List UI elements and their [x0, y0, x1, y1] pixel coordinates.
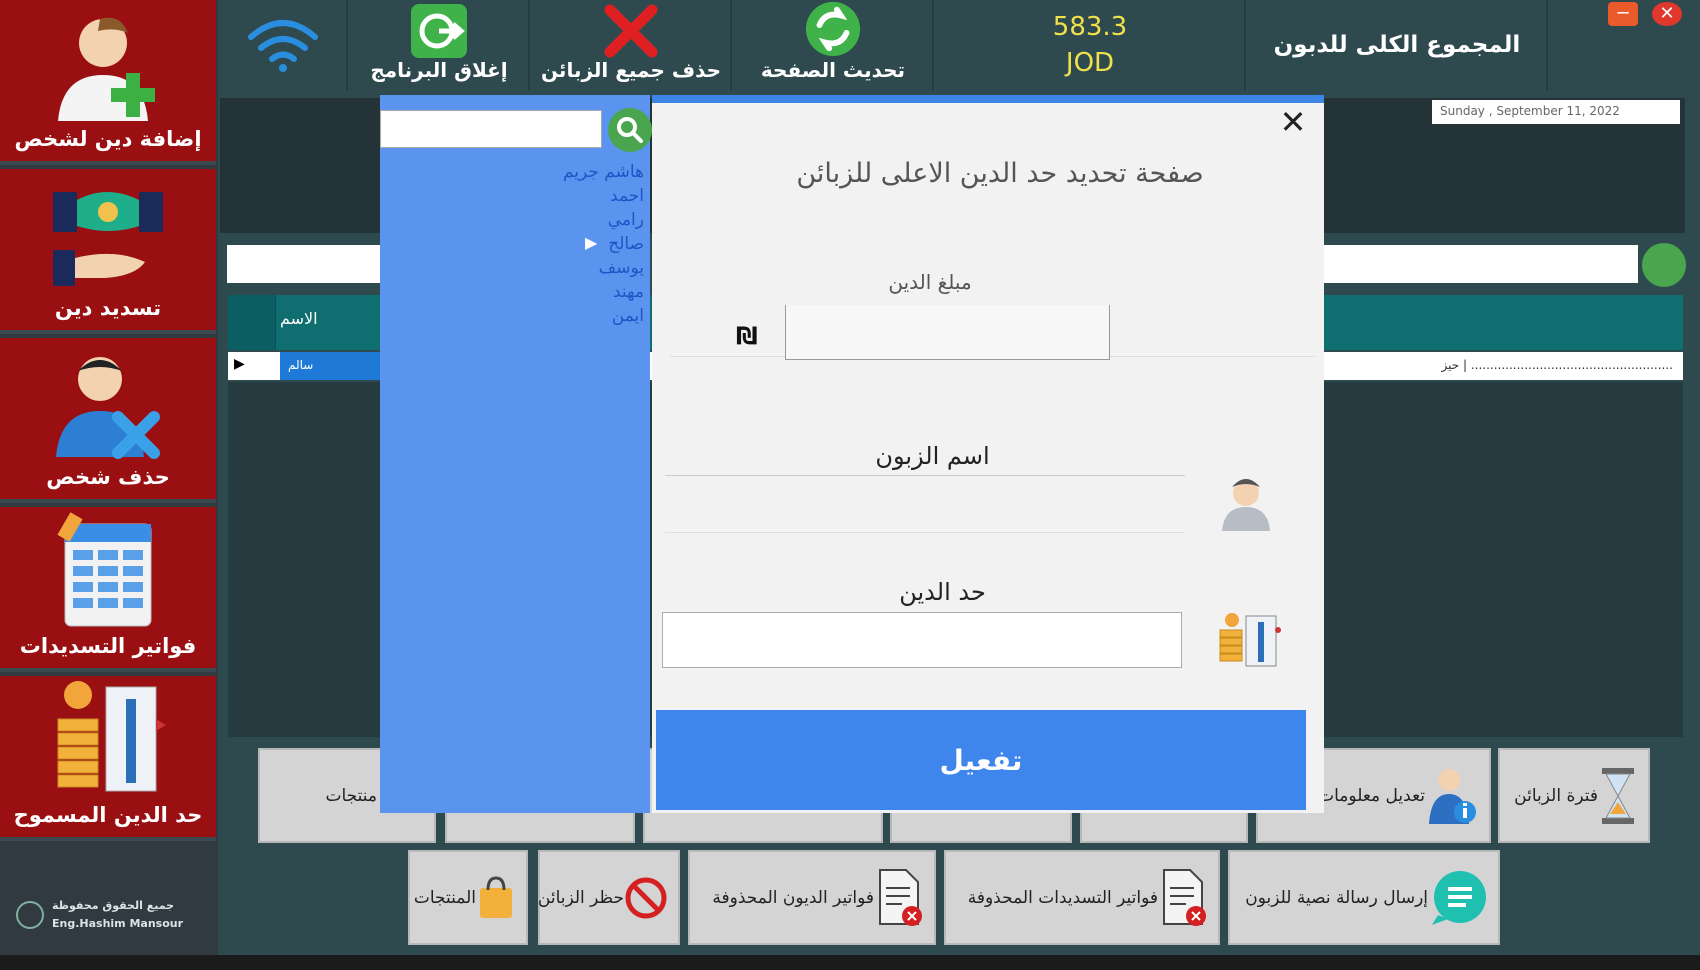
invoice-sheet-icon — [57, 512, 152, 627]
button-label: المنتجات — [413, 887, 476, 908]
currency-icon: ₪ — [736, 322, 758, 350]
refresh-page-button[interactable]: تحديث الصفحة — [734, 0, 934, 90]
delete-person-icon — [56, 357, 160, 459]
main-search-left[interactable] — [227, 245, 387, 283]
grid-header-selector — [228, 295, 276, 350]
debt-amount-field[interactable] — [785, 305, 1110, 360]
block-customers-button[interactable]: حظر الزبائن — [538, 850, 680, 945]
pay-debt-button[interactable]: تسديد دين — [0, 169, 216, 334]
logo-icon — [16, 901, 44, 929]
total-label-cell: المجموع الكلى للدبون — [1248, 0, 1548, 90]
customer-name-label: اسم الزبون — [875, 442, 990, 470]
close-icon: ✕ — [1659, 3, 1675, 24]
customer-period-button[interactable]: فترة الزبائن — [1498, 748, 1650, 843]
list-item[interactable]: احمد — [380, 184, 648, 208]
bottom-strip — [0, 955, 1700, 970]
delete-person-button[interactable]: حذف شخص — [0, 338, 216, 503]
refresh-label: تحديث الصفحة — [760, 58, 906, 82]
button-label: فواتير التسديدات المحذوفة — [967, 887, 1158, 908]
chat-message-icon — [1432, 870, 1486, 925]
debt-limit-label: حد الدين — [899, 578, 986, 606]
minimize-icon: ─ — [1617, 3, 1629, 24]
sidebar-item-label: حذف شخص — [46, 465, 170, 489]
wifi-indicator[interactable] — [220, 0, 348, 90]
exit-icon — [411, 4, 467, 58]
mouse-cursor-icon: ▶ — [585, 233, 598, 252]
sidebar-item-label: فواتير التسديدات — [19, 634, 197, 658]
row-right-cell: حيز | ..................................… — [1441, 358, 1673, 372]
button-label: إرسال رسالة نصية للزبون — [1245, 887, 1428, 908]
customer-name-field[interactable] — [665, 532, 1185, 533]
close-program-label: إغلاق البرنامج — [370, 58, 508, 82]
copyright: جميع الحقوق محفوظة Eng.Hashim Mansour — [12, 895, 217, 940]
sidebar-item-label: تسديد دين — [54, 296, 162, 320]
red-x-icon — [604, 4, 658, 58]
grid-header-name: الاسم — [280, 309, 318, 328]
list-item[interactable]: صالح — [380, 232, 648, 256]
deleted-debt-invoices-button[interactable]: فواتير الديون المحذوفة — [688, 850, 936, 945]
main-search-input[interactable] — [1320, 245, 1638, 283]
debt-amount-label: مبلغ الدين — [888, 270, 972, 294]
minimize-button[interactable]: ─ — [1608, 2, 1638, 26]
date-picker[interactable]: Sunday , September 11, 2022 — [1432, 100, 1680, 124]
add-debt-button[interactable]: إضافة دين لشخص — [0, 0, 216, 165]
block-icon — [625, 877, 667, 918]
close-icon[interactable]: ✕ — [1275, 104, 1311, 140]
activate-button[interactable]: تفعيل — [656, 710, 1306, 810]
products-button[interactable]: المنتجات — [408, 850, 528, 945]
payment-invoices-button[interactable]: فواتير التسديدات — [0, 507, 216, 672]
button-label: تعديل معلومات — [1318, 785, 1425, 806]
total-currency: JOD — [1065, 48, 1115, 78]
sidebar-item-label: إضافة دين لشخص — [14, 127, 202, 151]
sidebar: إضافة دين لشخص تسديد دين حذف شخص فواتير … — [0, 0, 218, 955]
coin-limit-icon — [1218, 612, 1282, 672]
row-pointer-icon: ▶ — [234, 356, 245, 372]
dialog-title: صفحة تحديد حد الدين الاعلى للزبائن — [796, 158, 1204, 189]
search-icon[interactable] — [1642, 243, 1686, 287]
delete-all-label: حذف جميع الزبائن — [540, 58, 722, 82]
debt-limit-input[interactable] — [662, 612, 1182, 668]
add-person-icon — [58, 17, 155, 121]
send-sms-button[interactable]: إرسال رسالة نصية للزبون — [1228, 850, 1500, 945]
sidebar-item-label: حد الدين المسموح — [13, 803, 203, 827]
list-item[interactable]: ايمن — [380, 304, 648, 328]
handshake-money-icon — [53, 192, 163, 286]
shopping-bag-icon — [480, 875, 512, 918]
deleted-payment-invoices-button[interactable]: فواتير التسديدات المحذوفة — [944, 850, 1220, 945]
list-item[interactable]: هاشم جريم — [380, 160, 648, 184]
user-info-icon — [1429, 768, 1476, 824]
button-label: فترة الزبائن — [1514, 785, 1598, 806]
customer-list: هاشم جريم احمد رامي صالح يوسف مهند ايمن — [380, 160, 648, 328]
magnifier-icon — [617, 117, 643, 143]
search-icon[interactable] — [608, 108, 652, 152]
customer-search-input[interactable] — [380, 110, 602, 148]
button-label: فواتير الديون المحذوفة — [712, 887, 874, 908]
total-amount-display: 583.3 JOD — [936, 0, 1246, 90]
refresh-icon — [805, 1, 861, 57]
delete-all-customers-button[interactable]: حذف جميع الزبائن — [532, 0, 732, 90]
list-item[interactable]: مهند — [380, 280, 648, 304]
deleted-document-icon — [1163, 868, 1206, 926]
button-label: حظر الزبائن — [537, 887, 624, 908]
total-amount: 583.3 — [1052, 12, 1128, 42]
copyright-line1: جميع الحقوق محفوظة — [52, 899, 175, 912]
list-item[interactable]: رامي — [380, 208, 648, 232]
close-program-button[interactable]: إغلاق البرنامج — [350, 0, 530, 90]
deleted-document-icon — [879, 868, 922, 926]
top-toolbar: إغلاق البرنامج حذف جميع الزبائن تحديث ال… — [220, 0, 1700, 90]
divider — [665, 475, 1185, 476]
debt-limit-button[interactable]: حد الدين المسموح — [0, 676, 216, 841]
user-icon — [1218, 475, 1274, 537]
window-close-button[interactable]: ✕ — [1652, 2, 1682, 26]
coin-limit-icon — [57, 681, 166, 792]
hourglass-icon — [1602, 767, 1634, 824]
copyright-line2: Eng.Hashim Mansour — [52, 917, 184, 930]
list-item[interactable]: يوسف — [380, 256, 648, 280]
total-debts-label: المجموع الكلى للدبون — [1273, 32, 1521, 58]
wifi-icon — [248, 20, 318, 72]
